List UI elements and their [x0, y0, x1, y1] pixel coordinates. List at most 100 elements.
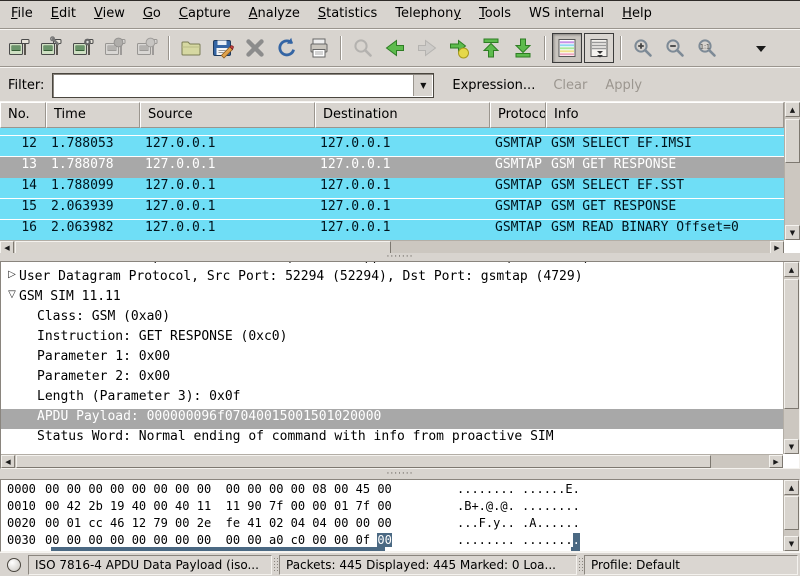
packet-row-15[interactable]: 152.063939127.0.0.1127.0.0.1GSMTAPGSM GE… [0, 199, 784, 220]
hex-row-0020[interactable]: 002000 01 cc 46 12 79 00 2e fe 41 02 04 … [1, 516, 783, 533]
zoom-100-button[interactable]: 1:1 [692, 33, 722, 63]
arrow-left-icon [383, 36, 407, 60]
go-to-bottom-button[interactable] [508, 33, 538, 63]
pane-divider-top[interactable]: ······· [0, 253, 800, 261]
packet-row-14[interactable]: 141.788099127.0.0.1127.0.0.1GSMTAPGSM SE… [0, 178, 784, 199]
tree-row-label: Parameter 2: 0x00 [37, 369, 170, 389]
colorize-toggle[interactable] [552, 33, 582, 63]
scroll-up-button[interactable]: ▲ [784, 262, 799, 277]
go-to-top-button[interactable] [476, 33, 506, 63]
wireshark-window: FileEditViewGoCaptureAnalyzeStatisticsTe… [0, 0, 800, 576]
tree-row-3[interactable]: Class: GSM (0xa0) [1, 309, 783, 329]
expert-info-button[interactable] [2, 555, 26, 575]
start-capture-button[interactable] [68, 33, 98, 63]
cell-proto: GSMTAP [490, 199, 546, 219]
scroll-thumb[interactable] [785, 119, 800, 163]
capture-options-button[interactable] [36, 33, 66, 63]
tree-row-0[interactable]: ▷Internet Protocol, Src: 127.0.0.1 (127.… [1, 262, 783, 269]
toolbar-overflow-button[interactable] [746, 33, 776, 63]
folder-open-icon [179, 36, 203, 60]
expression-button[interactable]: Expression... [452, 78, 535, 93]
scroll-left-button[interactable]: ◀ [1, 455, 15, 468]
menu-item-ws-internal[interactable]: WS internal [520, 1, 613, 28]
menu-item-view[interactable]: View [85, 1, 134, 28]
column-header-destination[interactable]: Destination [315, 102, 490, 128]
scroll-thumb[interactable] [784, 496, 799, 530]
close-file-button[interactable] [240, 33, 270, 63]
packet-list-vscrollbar[interactable]: ▲ ▼ [784, 102, 800, 240]
tree-row-1[interactable]: ▷User Datagram Protocol, Src Port: 52294… [1, 269, 783, 289]
open-file-button[interactable] [176, 33, 206, 63]
menu-item-tools[interactable]: Tools [470, 1, 520, 28]
menu-item-file[interactable]: File [2, 1, 42, 28]
tree-row-2[interactable]: ▽GSM SIM 11.11 [1, 289, 783, 309]
reload-button[interactable] [272, 33, 302, 63]
pane-divider-bottom[interactable]: ······· [0, 469, 800, 479]
details-vscrollbar[interactable]: ▲ ▼ [783, 262, 799, 454]
scroll-right-button[interactable]: ▶ [769, 455, 783, 468]
tree-row-label: GSM SIM 11.11 [19, 289, 121, 309]
scroll-down-button[interactable]: ▼ [784, 439, 799, 454]
scroll-down-button[interactable]: ▼ [784, 536, 799, 551]
zoom-in-button[interactable] [628, 33, 658, 63]
menu-item-statistics[interactable]: Statistics [309, 1, 386, 28]
filter-dropdown-button[interactable]: ▼ [413, 75, 432, 96]
go-back-button[interactable] [380, 33, 410, 63]
column-header-info[interactable]: Info [546, 102, 784, 128]
scroll-up-button[interactable]: ▲ [785, 102, 800, 117]
tree-row-9[interactable]: Status Word: Normal ending of command wi… [1, 429, 783, 449]
packet-row-16[interactable]: 162.063982127.0.0.1127.0.0.1GSMTAPGSM RE… [0, 220, 784, 240]
apply-button[interactable]: Apply [605, 78, 642, 93]
menu-item-help[interactable]: Help [613, 1, 661, 28]
tree-row-6[interactable]: Parameter 2: 0x00 [1, 369, 783, 389]
print-icon [307, 36, 331, 60]
go-to-packet-button[interactable] [444, 33, 474, 63]
autoscroll-icon [587, 36, 611, 60]
scroll-down-button[interactable]: ▼ [785, 225, 800, 240]
print-button[interactable] [304, 33, 334, 63]
menu-item-edit[interactable]: Edit [42, 1, 85, 28]
stop-capture-button[interactable] [100, 33, 130, 63]
find-packet-button[interactable] [348, 33, 378, 63]
cell-proto: GSMTAP [490, 136, 546, 156]
tree-row-5[interactable]: Parameter 1: 0x00 [1, 349, 783, 369]
expander-closed-icon[interactable]: ▷ [5, 269, 19, 289]
menu-item-go[interactable]: Go [134, 1, 170, 28]
tree-row-8[interactable]: APDU Payload: 000000096f0704001500150102… [1, 409, 783, 429]
zoom-out-button[interactable] [660, 33, 690, 63]
tree-row-4[interactable]: Instruction: GET RESPONSE (0xc0) [1, 329, 783, 349]
go-forward-button[interactable] [412, 33, 442, 63]
autoscroll-toggle[interactable] [584, 33, 614, 63]
restart-capture-button[interactable] [132, 33, 162, 63]
menu-item-capture[interactable]: Capture [170, 1, 240, 28]
packet-row-13[interactable]: 131.788078127.0.0.1127.0.0.1GSMTAPGSM GE… [0, 157, 784, 178]
bytes-vscrollbar[interactable]: ▲ ▼ [783, 480, 799, 551]
status-grip-icon [578, 557, 583, 573]
stop-capture-icon [103, 36, 127, 60]
hex-row-0010[interactable]: 001000 42 2b 19 40 00 40 11 11 90 7f 00 … [1, 499, 783, 516]
scroll-thumb[interactable] [16, 455, 711, 468]
column-header-no[interactable]: No. [0, 102, 46, 128]
column-header-protocol[interactable]: Protocol [490, 102, 546, 128]
clear-button[interactable]: Clear [553, 78, 587, 93]
details-hscrollbar[interactable]: ◀ ▶ [1, 454, 783, 468]
scroll-thumb[interactable] [784, 279, 799, 409]
scroll-up-button[interactable]: ▲ [784, 480, 799, 495]
hex-bytes: 00 42 2b 19 40 00 40 11 11 90 7f 00 00 0… [45, 499, 457, 516]
menu-item-analyze[interactable]: Analyze [240, 1, 309, 28]
packet-row-11[interactable]: 111.787851127.0.0.1127.0.0.1GSMTAPGSM GE… [0, 128, 784, 136]
packet-row-12[interactable]: 121.788053127.0.0.1127.0.0.1GSMTAPGSM SE… [0, 136, 784, 157]
filter-input[interactable]: ▼ [52, 73, 434, 98]
status-field-info: ISO 7816-4 APDU Data Payload (iso... [28, 555, 272, 575]
menu-item-telephony[interactable]: Telephony [386, 1, 470, 28]
cell-no: 16 [0, 220, 46, 240]
tree-row-7[interactable]: Length (Parameter 3): 0x0f [1, 389, 783, 409]
expander-open-icon[interactable]: ▽ [5, 289, 19, 309]
column-header-time[interactable]: Time [46, 102, 140, 128]
list-interfaces-button[interactable] [4, 33, 34, 63]
hex-row-0000[interactable]: 000000 00 00 00 00 00 00 00 00 00 00 00 … [1, 482, 783, 499]
restart-capture-icon [135, 36, 159, 60]
save-file-button[interactable] [208, 33, 238, 63]
cell-src: 127.0.0.1 [140, 220, 315, 240]
column-header-source[interactable]: Source [140, 102, 315, 128]
